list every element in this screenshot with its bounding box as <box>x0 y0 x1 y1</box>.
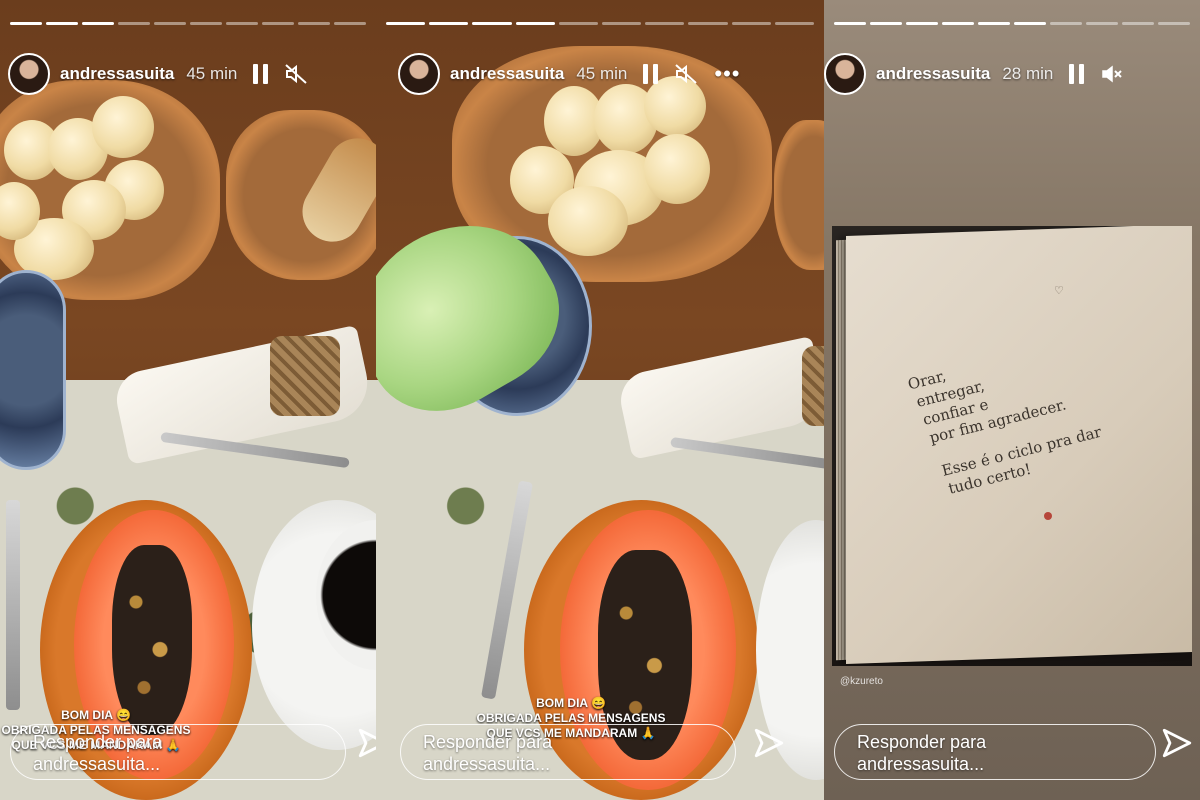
story-progress <box>386 22 815 25</box>
credit-handle: @kzureto <box>840 676 883 687</box>
avatar[interactable] <box>398 53 440 95</box>
granola-topping <box>112 545 192 735</box>
post-time: 28 min <box>1002 64 1054 83</box>
fork <box>6 500 20 710</box>
story-panel-1[interactable]: andressasuita 45 min BOM DIA 😄 OBRIGADA … <box>0 0 376 800</box>
send-paper-plane-icon[interactable] <box>356 726 376 760</box>
pause-icon[interactable] <box>253 64 269 84</box>
muted-speaker-icon[interactable] <box>674 62 698 86</box>
reply-input[interactable]: Responder para andressasuita... <box>834 724 1156 780</box>
small-flower-drawing <box>1044 512 1052 520</box>
username[interactable]: andressasuita <box>876 64 990 84</box>
send-paper-plane-icon[interactable] <box>752 726 786 760</box>
napkin-ring <box>270 336 340 416</box>
pause-icon[interactable] <box>643 64 659 84</box>
cheese-bread <box>548 186 628 256</box>
username[interactable]: andressasuita <box>450 64 564 84</box>
post-time: 45 min <box>576 64 628 83</box>
more-options-icon[interactable]: ••• <box>714 61 740 87</box>
username[interactable]: andressasuita <box>60 64 174 84</box>
avatar[interactable] <box>824 53 866 95</box>
reply-input[interactable]: Responder para andressasuita... <box>10 724 346 780</box>
post-time: 45 min <box>186 64 238 83</box>
story-panel-3[interactable]: andressasuita 28 min ♡ Orar, entregar, c… <box>824 0 1200 800</box>
avatar[interactable] <box>8 53 50 95</box>
muted-speaker-icon[interactable] <box>1100 62 1124 86</box>
story-panel-2[interactable]: andressasuita 45 min ••• BOM DIA 😄 OBRIG… <box>376 0 824 800</box>
pause-icon[interactable] <box>1069 64 1085 84</box>
napkin-ring <box>802 346 824 426</box>
story-header: andressasuita 28 min <box>824 44 1200 104</box>
heart-icon: ♡ <box>1054 285 1064 297</box>
story-progress <box>10 22 366 25</box>
book-photo: ♡ Orar, entregar, confiar e por fim agra… <box>832 226 1192 666</box>
send-paper-plane-icon[interactable] <box>1160 726 1194 760</box>
reply-input[interactable]: Responder para andressasuita... <box>400 724 736 780</box>
story-header: andressasuita 45 min <box>0 44 376 104</box>
cheese-bread <box>92 96 154 158</box>
story-header: andressasuita 45 min ••• <box>376 44 824 104</box>
blue-glass <box>0 270 66 470</box>
cheese-bread <box>644 134 710 204</box>
muted-speaker-icon[interactable] <box>284 62 308 86</box>
story-progress <box>834 22 1190 25</box>
